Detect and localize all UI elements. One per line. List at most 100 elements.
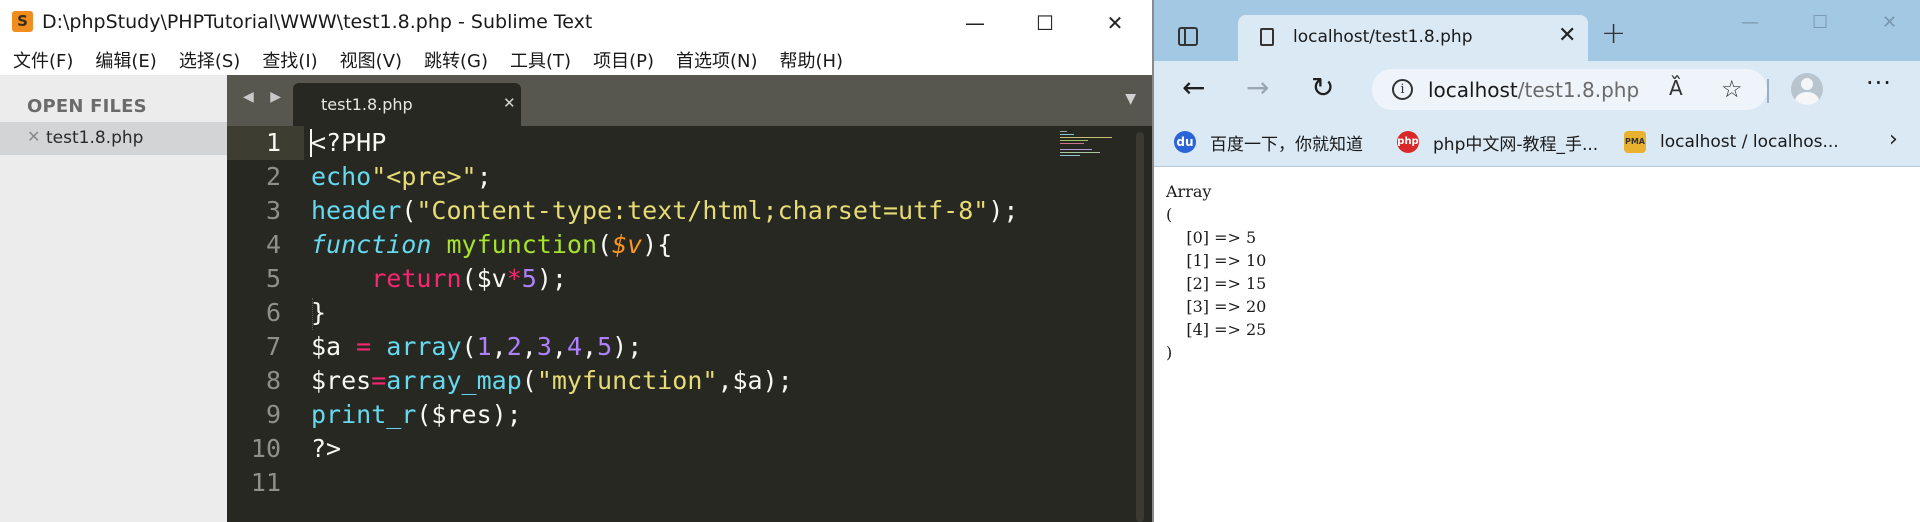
editor-scrollbar[interactable] [1136,132,1144,522]
forward-button[interactable]: → [1246,71,1269,104]
read-aloud-icon[interactable]: A᷈ [1669,76,1683,100]
code-token: array [386,332,462,361]
code-token: 5 [521,264,537,293]
menu-help[interactable]: 帮助(H) [780,47,844,73]
sidebar: OPEN FILES ✕ test1.8.php [0,75,227,522]
minimap-line [1060,134,1074,135]
code-token: echo [311,162,372,191]
code-token: , [491,332,507,361]
menu-find[interactable]: 查找(I) [262,47,317,73]
page-icon [1260,28,1274,46]
favorite-phpmyadmin[interactable]: PMA localhost / localhos... [1624,129,1839,155]
code-token: ( [401,196,417,225]
code-token: ( [521,366,537,395]
line-number: 6 [265,298,281,327]
code-token: return [371,264,462,293]
more-menu-icon[interactable]: ··· [1866,69,1892,97]
indent-guide [312,298,313,330]
code-token: myfunction [446,230,597,259]
code-token: 3 [536,332,552,361]
sublime-window-title: D:\phpStudy\PHPTutorial\WWW\test1.8.php … [42,11,593,33]
browser-tab[interactable]: localhost/test1.8.php ✕ [1238,15,1588,61]
code-line-7: $a = array(1,2,3,4,5); [311,330,642,364]
menu-preferences[interactable]: 首选项(N) [676,47,758,73]
line-number: 4 [265,230,281,259]
sublime-minimize-button[interactable]: — [940,0,1010,45]
code-token: array_map [386,366,522,395]
menu-file[interactable]: 文件(F) [13,47,73,73]
minimap[interactable] [1060,131,1120,159]
favorite-label: localhost / localhos... [1660,132,1839,152]
back-button[interactable]: ← [1182,71,1205,104]
line-number: 3 [265,196,281,225]
url-host: localhost [1428,78,1518,102]
code-token: , [521,332,537,361]
sublime-maximize-button[interactable]: ☐ [1010,0,1080,45]
menu-goto[interactable]: 跳转(G) [424,47,488,73]
sublime-close-button[interactable]: ✕ [1080,0,1150,45]
code-line-3: header("Content-type:text/html;charset=u… [311,194,1018,228]
favorite-php-cn[interactable]: php php中文网-教程_手... [1397,129,1598,155]
code-line-10: ?> [311,432,341,466]
refresh-button[interactable]: ↻ [1311,71,1334,104]
tab-close-icon[interactable]: ✕ [503,94,516,112]
code-line-4: function myfunction($v){ [311,228,672,262]
sidebar-file-item[interactable]: ✕ test1.8.php [0,122,227,155]
code-token: ( [461,332,477,361]
address-bar[interactable]: i localhost/test1.8.php A᷈ ☆ [1372,69,1767,110]
menu-selection[interactable]: 选择(S) [179,47,240,73]
minimap-line [1060,155,1080,156]
code-text-area[interactable]: <?PHP echo"<pre>"; header("Content-type:… [311,126,1071,522]
sublime-logo-icon: S [12,11,33,32]
address-url[interactable]: localhost/test1.8.php [1428,78,1639,102]
menu-project[interactable]: 项目(P) [593,47,654,73]
toolbar-divider [1767,79,1769,103]
code-token: $a [311,332,357,361]
sidebar-file-close-icon[interactable]: ✕ [27,127,40,146]
code-token: ( [597,230,613,259]
code-token: , [582,332,598,361]
tab-test1-8-php[interactable]: test1.8.php ✕ [293,83,521,126]
tab-actions-icon[interactable] [1178,27,1198,46]
code-token: ($res); [416,400,522,429]
browser-close-button[interactable]: ✕ [1882,12,1897,33]
code-token: * [506,264,522,293]
line-number: 11 [250,468,281,497]
code-token: 1 [476,332,492,361]
code-line-8: $res=array_map("myfunction",$a); [311,364,793,398]
code-token: 2 [506,332,522,361]
chevron-right-icon[interactable]: › [1889,127,1898,152]
code-token: ); [988,196,1019,225]
print-r-output: Array ( [0] => 5 [1] => 10 [2] => 15 [3]… [1166,182,1267,362]
tab-dropdown-icon[interactable]: ▼ [1125,91,1136,107]
browser-minimize-button[interactable]: — [1741,12,1759,33]
menu-view[interactable]: 视图(V) [340,47,402,73]
favorite-baidu[interactable]: du 百度一下，你就知道 [1174,129,1363,155]
browser-tab-close-icon[interactable]: ✕ [1558,23,1576,48]
browser-tab-strip: localhost/test1.8.php ✕ + — ☐ ✕ [1154,0,1920,61]
minimap-line [1060,152,1100,153]
menu-edit[interactable]: 编辑(E) [95,47,156,73]
code-token: "<pre>" [371,162,477,191]
code-token: , [551,332,567,361]
browser-maximize-button[interactable]: ☐ [1812,12,1828,33]
profile-avatar[interactable] [1791,73,1823,105]
sidebar-file-name: test1.8.php [46,128,144,148]
browser-tab-title: localhost/test1.8.php [1293,27,1473,47]
new-tab-button[interactable]: + [1601,16,1626,51]
menu-tools[interactable]: 工具(T) [510,47,571,73]
add-favorite-icon[interactable]: ☆ [1721,75,1743,103]
code-line-2: echo"<pre>"; [311,160,492,194]
url-path: /test1.8.php [1517,78,1640,102]
site-info-icon[interactable]: i [1392,79,1413,100]
line-number: 5 [265,264,281,293]
tab-nav-arrows-icon[interactable]: ◀ ▶ [243,89,287,105]
line-number: 8 [265,366,281,395]
code-token: = [371,366,387,395]
editor-area: ◀ ▶ test1.8.php ✕ ▼ 1 2 3 4 5 6 7 8 9 10… [227,75,1152,522]
favorite-label: 百度一下，你就知道 [1210,134,1363,155]
code-line-6: } [311,296,326,330]
favorites-bar: du 百度一下，你就知道 php php中文网-教程_手... PMA loca… [1154,117,1920,167]
phpmyadmin-icon: PMA [1624,131,1646,153]
